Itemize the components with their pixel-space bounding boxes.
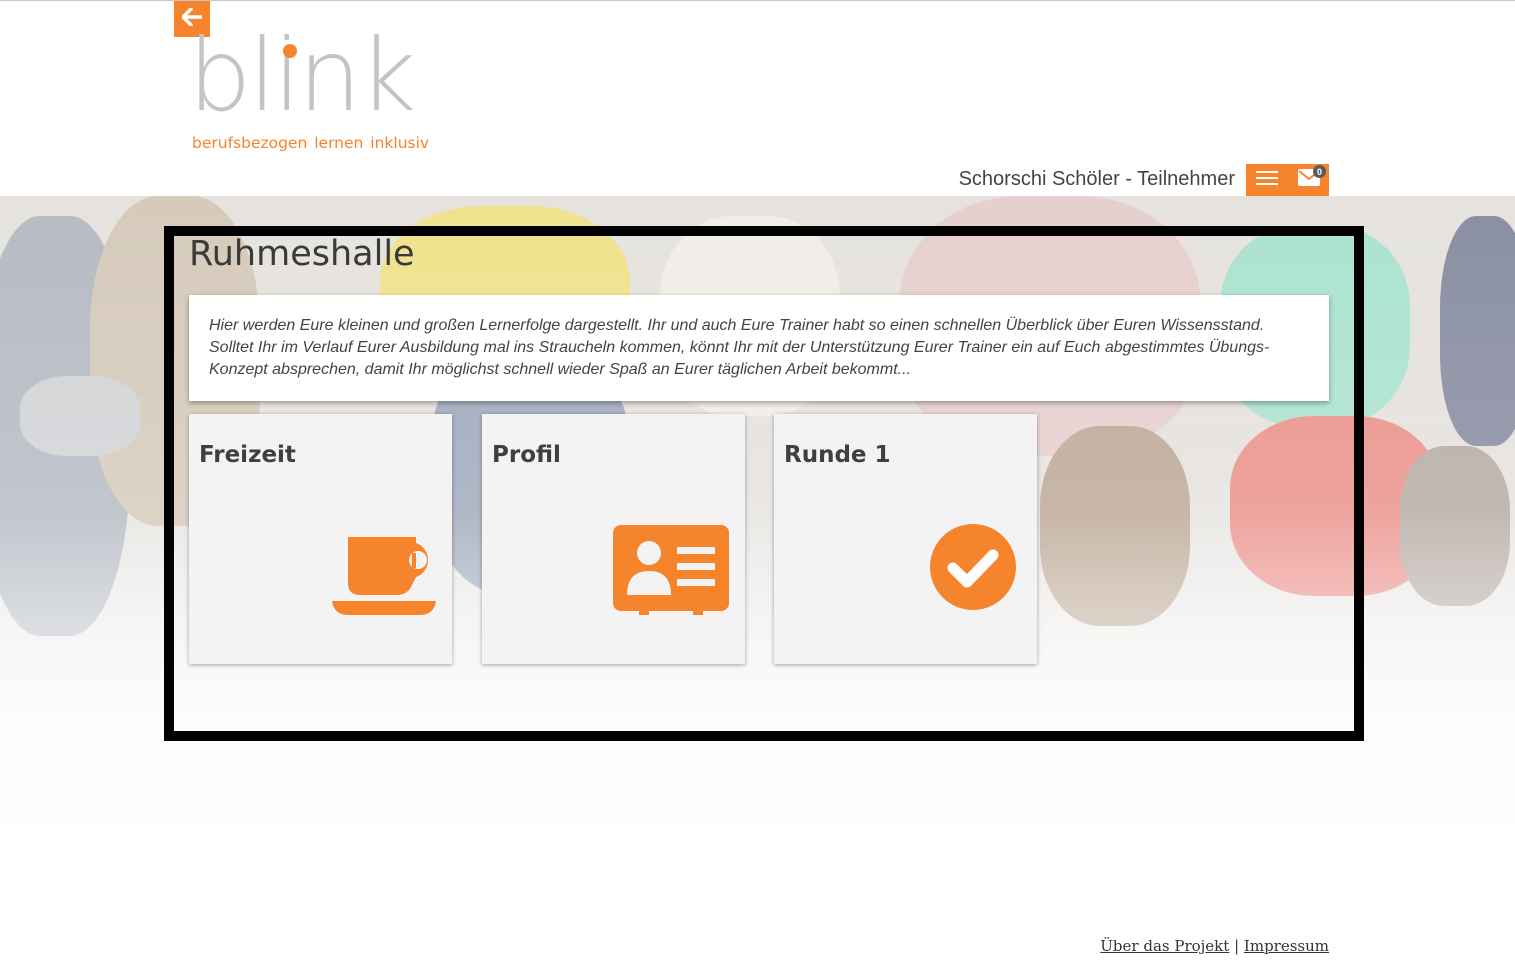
logo-dot bbox=[283, 44, 297, 58]
top-rule bbox=[0, 0, 1515, 1]
tile-runde-1[interactable]: Runde 1 bbox=[774, 414, 1037, 664]
blink-logo: blink berufsbezogen lernen inklusiv bbox=[188, 26, 430, 156]
tile-profil[interactable]: Profil bbox=[482, 414, 745, 664]
messages-button[interactable]: 0 bbox=[1288, 164, 1329, 196]
tile-title: Runde 1 bbox=[784, 442, 891, 468]
logo-word: blink bbox=[188, 17, 416, 134]
hamburger-icon bbox=[1256, 170, 1278, 191]
info-box: Hier werden Eure kleinen und großen Lern… bbox=[189, 295, 1329, 401]
unread-badge: 0 bbox=[1313, 165, 1326, 178]
menu-button[interactable] bbox=[1246, 164, 1288, 196]
user-label: Schorschi Schöler - Teilnehmer bbox=[958, 168, 1235, 190]
coffee-cup-icon bbox=[332, 535, 436, 620]
check-circle-icon bbox=[929, 523, 1017, 616]
about-project-link[interactable]: Über das Projekt bbox=[1100, 937, 1229, 955]
tile-title: Profil bbox=[492, 442, 561, 468]
footer-separator: | bbox=[1234, 937, 1240, 955]
footer-links: Über das Projekt | Impressum bbox=[1100, 937, 1329, 955]
id-card-icon bbox=[613, 525, 729, 620]
tile-freizeit[interactable]: Freizeit bbox=[189, 414, 452, 664]
imprint-link[interactable]: Impressum bbox=[1244, 937, 1329, 955]
info-text: Hier werden Eure kleinen und großen Lern… bbox=[209, 317, 1270, 378]
logo-tagline: berufsbezogen lernen inklusiv bbox=[192, 134, 430, 152]
page-title: Ruhmeshalle bbox=[189, 234, 415, 274]
tile-title: Freizeit bbox=[199, 442, 296, 468]
